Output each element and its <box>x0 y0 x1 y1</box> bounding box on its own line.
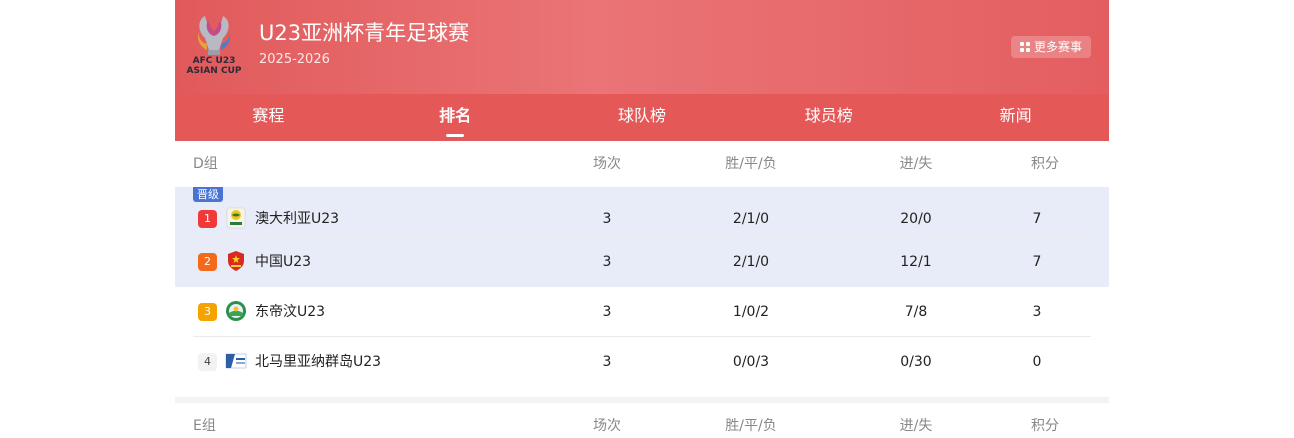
competition-season: 2025-2026 <box>259 52 330 67</box>
grid-icon <box>1019 42 1030 52</box>
rank-badge: 2 <box>198 253 217 271</box>
column-points-header: 积分 <box>1031 418 1059 434</box>
group-d-table: 晋级 1 澳大利亚U23 3 2/1/0 20/0 7 2 中国U23 3 2/… <box>175 187 1109 387</box>
tab-news[interactable]: 新闻 <box>926 94 1106 141</box>
team-goals: 12/1 <box>900 254 932 270</box>
team-played: 3 <box>602 254 612 270</box>
team-played: 3 <box>602 211 612 227</box>
more-competitions-label: 更多赛事 <box>1033 40 1082 54</box>
team-name[interactable]: 东帝汶U23 <box>255 303 325 321</box>
logo-caption: AFC U23 ASIAN CUP <box>183 56 245 76</box>
team-points: 0 <box>1032 354 1042 370</box>
column-played-header: 场次 <box>593 156 621 172</box>
table-row[interactable]: 晋级 1 澳大利亚U23 3 2/1/0 20/0 7 <box>175 187 1109 237</box>
logo-caption-line1: AFC U23 <box>192 56 236 66</box>
team-played: 3 <box>602 304 612 320</box>
column-played-header: 场次 <box>593 418 621 434</box>
tab-player-stats[interactable]: 球员榜 <box>739 94 919 141</box>
group-e-name: E组 <box>193 418 216 434</box>
rank-badge: 3 <box>198 303 217 321</box>
team-name[interactable]: 中国U23 <box>255 253 311 271</box>
team-played: 3 <box>602 354 612 370</box>
team-wdl: 1/0/2 <box>732 304 770 320</box>
team-points: 7 <box>1032 254 1042 270</box>
tab-standings-label: 排名 <box>439 106 472 125</box>
tab-news-label: 新闻 <box>999 106 1032 125</box>
active-tab-indicator <box>446 134 465 137</box>
team-points: 3 <box>1032 304 1042 320</box>
tab-bar: 赛程 排名 球队榜 球员榜 新闻 <box>175 94 1109 141</box>
column-goals-header: 进/失 <box>899 156 933 172</box>
group-e-header: E组 场次 胜/平/负 进/失 积分 <box>175 403 1109 438</box>
china-crest-icon <box>228 251 244 271</box>
team-wdl: 2/1/0 <box>732 254 770 270</box>
column-points-header: 积分 <box>1031 156 1059 172</box>
tab-standings[interactable]: 排名 <box>365 94 545 141</box>
table-row[interactable]: 4 北马里亚纳群岛U23 3 0/0/3 0/30 0 <box>175 337 1109 387</box>
tab-schedule[interactable]: 赛程 <box>178 94 358 141</box>
standings-page: AFC U23 ASIAN CUP U23亚洲杯青年足球赛 2025-2026 … <box>175 0 1109 438</box>
competition-title: U23亚洲杯青年足球赛 <box>259 21 470 45</box>
timor-leste-crest-icon <box>226 301 246 321</box>
table-row[interactable]: 3 东帝汶U23 3 1/0/2 7/8 3 <box>175 287 1109 337</box>
team-goals: 20/0 <box>900 211 932 227</box>
team-goals: 0/30 <box>900 354 932 370</box>
rank-badge: 4 <box>198 353 217 371</box>
team-name[interactable]: 北马里亚纳群岛U23 <box>255 353 381 371</box>
tab-team-stats[interactable]: 球队榜 <box>552 94 732 141</box>
rank-badge: 1 <box>198 210 217 228</box>
tab-player-stats-label: 球员榜 <box>804 106 853 125</box>
logo-caption-line2: ASIAN CUP <box>186 66 242 76</box>
qualified-badge: 晋级 <box>193 187 223 202</box>
northern-mariana-crest-icon <box>225 353 247 369</box>
team-goals: 7/8 <box>904 304 928 320</box>
column-wdl-header: 胜/平/负 <box>725 418 777 434</box>
column-goals-header: 进/失 <box>899 418 933 434</box>
group-d-header: D组 场次 胜/平/负 进/失 积分 <box>175 141 1109 187</box>
team-wdl: 2/1/0 <box>732 211 770 227</box>
team-wdl: 0/0/3 <box>732 354 770 370</box>
team-points: 7 <box>1032 211 1042 227</box>
column-wdl-header: 胜/平/负 <box>725 156 777 172</box>
tab-schedule-label: 赛程 <box>252 106 285 125</box>
competition-header: AFC U23 ASIAN CUP U23亚洲杯青年足球赛 2025-2026 … <box>175 0 1109 94</box>
table-row[interactable]: 2 中国U23 3 2/1/0 12/1 7 <box>175 237 1109 287</box>
tab-team-stats-label: 球队榜 <box>617 106 666 125</box>
more-competitions-button[interactable]: 更多赛事 <box>1011 36 1091 58</box>
team-name[interactable]: 澳大利亚U23 <box>255 210 339 228</box>
australia-crest-icon <box>226 207 246 229</box>
group-d-name: D组 <box>193 156 218 172</box>
